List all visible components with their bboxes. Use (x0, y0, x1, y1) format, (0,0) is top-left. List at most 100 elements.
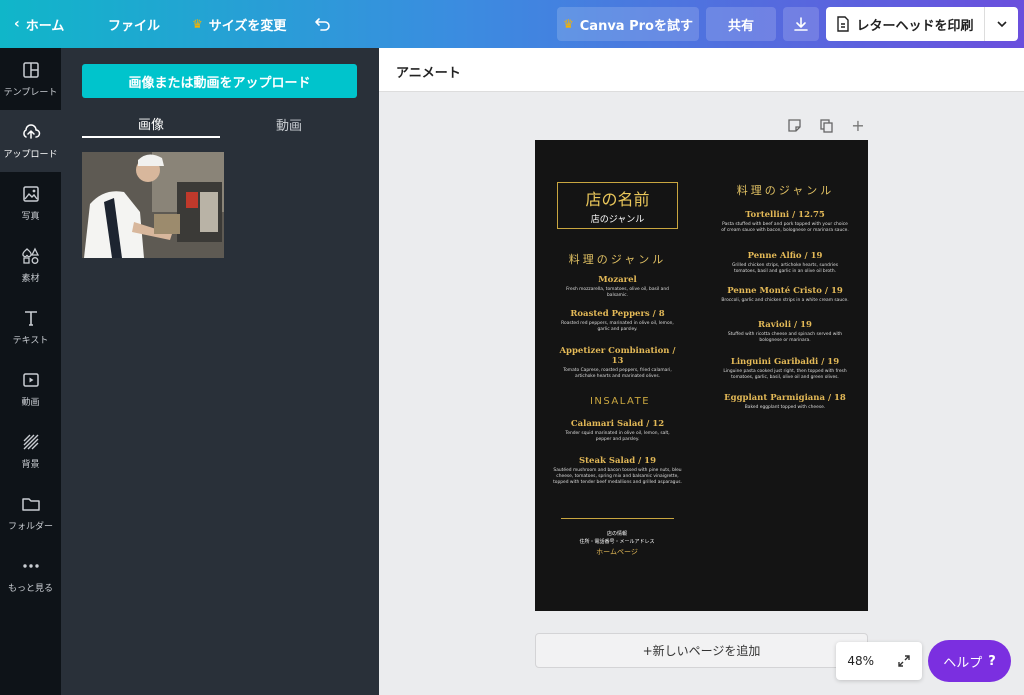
rail-item-uploads[interactable]: アップロード (0, 110, 61, 172)
upload-media-button[interactable]: 画像または動画をアップロード (82, 64, 357, 98)
menu-item[interactable]: Linguini Garibaldi / 19 Linguine pasta c… (721, 357, 849, 381)
uploads-panel: 画像または動画をアップロード 画像 動画 (61, 48, 379, 695)
menu-item-title: Ravioli / 19 (758, 320, 812, 330)
zoom-control[interactable]: 48% (836, 642, 922, 680)
right-heading[interactable]: 料理のジャンル (725, 182, 846, 198)
menu-item[interactable]: Roasted Peppers / 8 Roasted red peppers,… (559, 309, 676, 333)
menu-item[interactable]: Eggplant Parmigiana / 18 Baked eggplant … (721, 393, 849, 411)
menu-item-desc: Linguine pasta cooked just right, then t… (723, 369, 847, 380)
zoom-level[interactable]: 48% (847, 654, 874, 668)
home-label: ホーム (25, 18, 65, 34)
insalate-heading[interactable]: INSALATE (565, 396, 675, 407)
elements-icon (21, 247, 39, 264)
duplicate-page-button[interactable] (817, 116, 835, 134)
rail-item-more[interactable]: もっと見る (0, 544, 61, 606)
tab-videos[interactable]: 動画 (220, 110, 358, 138)
menu-footer[interactable]: 店の情報 住所・電話番号・メールアドレス ホームページ (560, 530, 674, 557)
menu-item-title: Calamari Salad / 12 (570, 419, 665, 429)
print-label: レターヘッドを印刷 (856, 18, 974, 34)
home-button[interactable]: ‹ ホーム (14, 0, 64, 48)
menu-item-title: Linguini Garibaldi / 19 (730, 357, 840, 367)
menu-item-title: Mozarel (598, 275, 637, 285)
menu-item-title: Tortellini / 12.75 (745, 210, 825, 220)
menu-item[interactable]: Ravioli / 19 Stuffed with ricotta cheese… (721, 320, 849, 344)
rail-label: アップロード (3, 150, 58, 160)
help-button[interactable]: ヘルプ ? (928, 640, 1011, 682)
rail-label: もっと見る (7, 584, 53, 594)
rail-item-text[interactable]: テキスト (0, 296, 61, 358)
crown-icon: ♛ (563, 17, 574, 31)
menu-item[interactable]: Penne Monté Cristo / 19 Broccoli, garlic… (721, 286, 849, 304)
footer-info: 住所・電話番号・メールアドレス (579, 539, 655, 545)
menu-item-title: Roasted Peppers / 8 (570, 309, 665, 319)
folder-icon (21, 498, 40, 511)
footer-link: ホームページ (596, 548, 638, 556)
rail-item-folder[interactable]: フォルダー (0, 482, 61, 544)
undo-icon (315, 18, 330, 31)
menu-item-desc: Stuffed with ricotta cheese and spinach … (727, 332, 843, 343)
menu-item-desc: Fresh mozzarella, tomatoes, olive oil, b… (566, 287, 669, 298)
video-icon (22, 373, 39, 387)
try-pro-label: Canva Proを試す (579, 18, 693, 34)
undo-button[interactable] (314, 0, 332, 48)
menu-item-title: Appetizer Combination / 13 (559, 346, 676, 366)
design-page[interactable]: 店の名前 店のジャンル 料理のジャンル 料理のジャンル Mozarel Fres… (535, 140, 868, 611)
duplicate-icon (819, 118, 833, 133)
template-icon (22, 62, 39, 78)
document-icon (837, 16, 850, 32)
menu-item[interactable]: Appetizer Combination / 13 Tomato Capres… (557, 346, 678, 380)
rail-label: 背景 (21, 460, 40, 470)
rail-item-photos[interactable]: 写真 (0, 172, 61, 234)
menu-item[interactable]: Mozarel Fresh mozzarella, tomatoes, oliv… (559, 275, 676, 299)
menu-item-desc: Pasta stuffed with beef and pork topped … (721, 222, 849, 233)
share-button[interactable]: 共有 (706, 7, 776, 41)
animate-button[interactable]: アニメート (396, 62, 461, 81)
menu-item-desc: Grilled chicken strips, artichoke hearts… (732, 263, 838, 274)
menu-item-desc: Sautéed mushroom and bacon tossed with p… (553, 468, 682, 485)
divider-line (561, 518, 674, 519)
restaurant-name: 店の名前 (585, 190, 650, 209)
print-letterhead-button[interactable]: レターヘッドを印刷 (826, 7, 984, 41)
rail-item-video[interactable]: 動画 (0, 358, 61, 420)
resize-button[interactable]: ♛ サイズを変更 (192, 0, 286, 48)
menu-item-desc: Tomato Caprese, roasted peppers, fried c… (563, 368, 672, 379)
menu-item[interactable]: Calamari Salad / 12 Tender squid marinat… (557, 419, 678, 443)
photo-icon (22, 186, 39, 202)
tab-images[interactable]: 画像 (82, 110, 220, 138)
file-label: ファイル (108, 18, 161, 34)
note-button[interactable] (785, 116, 803, 134)
fullscreen-icon[interactable] (897, 654, 911, 668)
top-bar: ‹ ホーム ファイル ♛ サイズを変更 ♛ Canva Proを試す 共有 レタ… (0, 0, 1024, 48)
menu-item-desc: Tender squid marinated in olive oil, lem… (565, 431, 670, 442)
add-new-page-button[interactable]: +新しいページを追加 (535, 633, 868, 668)
rail-label: テキスト (12, 336, 49, 346)
left-heading[interactable]: 料理のジャンル (557, 251, 678, 267)
footer-title: 店の情報 (606, 531, 627, 537)
try-pro-button[interactable]: ♛ Canva Proを試す (557, 7, 699, 41)
plus-icon: + (851, 115, 865, 135)
menu-item[interactable]: Steak Salad / 19 Sautéed mushroom and ba… (551, 456, 684, 486)
print-options-button[interactable] (984, 7, 1018, 41)
chevron-left-icon: ‹ (14, 16, 20, 32)
help-label: ヘルプ (943, 655, 983, 671)
resize-label: サイズを変更 (208, 18, 287, 34)
menu-item[interactable]: Tortellini / 12.75 Pasta stuffed with be… (721, 210, 849, 234)
uploaded-image-thumbnail[interactable] (82, 152, 224, 258)
note-icon (787, 118, 801, 132)
context-toolbar: アニメート (379, 48, 1024, 92)
add-page-icon-button[interactable]: + (849, 115, 867, 135)
file-menu-button[interactable]: ファイル (108, 0, 160, 48)
crown-icon: ♛ (192, 17, 203, 31)
restaurant-name-box[interactable]: 店の名前 店のジャンル (557, 182, 678, 229)
rail-label: フォルダー (7, 522, 53, 532)
rail-item-templates[interactable]: テンプレート (0, 48, 61, 110)
page-actions: + (785, 115, 867, 135)
rail-item-background[interactable]: 背景 (0, 420, 61, 482)
menu-item[interactable]: Penne Alfio / 19 Grilled chicken strips,… (721, 251, 849, 275)
text-icon (24, 311, 37, 326)
chevron-down-icon (996, 21, 1007, 28)
menu-item-desc: Roasted red peppers, marinated in olive … (561, 321, 674, 332)
rail-item-elements[interactable]: 素材 (0, 234, 61, 296)
download-button[interactable] (783, 7, 819, 41)
rail-label: テンプレート (3, 88, 58, 98)
